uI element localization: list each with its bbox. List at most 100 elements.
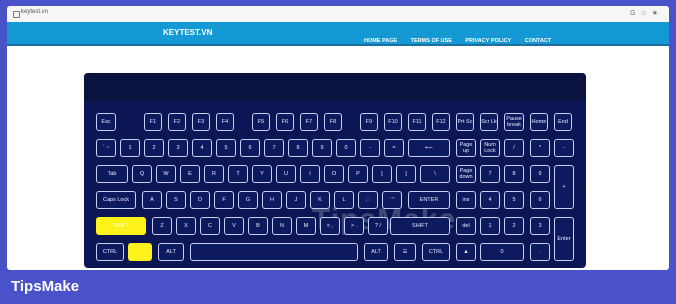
key-ctrl-left[interactable]: CTRL	[96, 243, 124, 261]
key-alt-right[interactable]: ALT	[364, 243, 388, 261]
key-digit-4[interactable]: 4	[192, 139, 212, 157]
key-page-down[interactable]: Page down	[456, 165, 476, 183]
key-f7[interactable]: F7	[300, 113, 318, 131]
key-num-enter[interactable]: Enter	[554, 217, 574, 261]
key-l[interactable]: L	[334, 191, 354, 209]
key-d[interactable]: D	[190, 191, 210, 209]
key-x[interactable]: X	[176, 217, 196, 235]
key-num-0[interactable]: 0	[480, 243, 524, 261]
key-f11[interactable]: F11	[408, 113, 426, 131]
key-e[interactable]: E	[180, 165, 200, 183]
key-f8[interactable]: F8	[324, 113, 342, 131]
key-num-8[interactable]: 8	[504, 165, 524, 183]
key-digit-2[interactable]: 2	[144, 139, 164, 157]
key-f3[interactable]: F3	[192, 113, 210, 131]
key-arrow-up[interactable]: ▲	[456, 243, 476, 261]
key-digit-7[interactable]: 7	[264, 139, 284, 157]
key-digit-0[interactable]: 0	[336, 139, 356, 157]
key-delete[interactable]: del	[456, 217, 476, 235]
key-z[interactable]: Z	[152, 217, 172, 235]
key-num-7[interactable]: 7	[480, 165, 500, 183]
key-b[interactable]: B	[248, 217, 268, 235]
key-ctrl-right[interactable]: CTRL	[422, 243, 450, 261]
key-f4[interactable]: F4	[216, 113, 234, 131]
key-f5[interactable]: F5	[252, 113, 270, 131]
key-k[interactable]: K	[310, 191, 330, 209]
key-u[interactable]: U	[276, 165, 296, 183]
key-num-decimal[interactable]: .	[530, 243, 550, 261]
key-backtick[interactable]: ` ~	[96, 139, 116, 157]
key-minus[interactable]: -	[360, 139, 380, 157]
key-quote[interactable]: ' "	[382, 191, 402, 209]
key-num-4[interactable]: 4	[480, 191, 500, 209]
key-f10[interactable]: F10	[384, 113, 402, 131]
key-shift-right[interactable]: SHIFT	[390, 217, 450, 235]
key-digit-1[interactable]: 1	[120, 139, 140, 157]
key-num-minus[interactable]: -	[554, 139, 574, 157]
key-num-plus[interactable]: +	[554, 165, 574, 209]
key-v[interactable]: V	[224, 217, 244, 235]
url-text[interactable]: keytest.vn	[21, 9, 48, 15]
key-f[interactable]: F	[214, 191, 234, 209]
key-space[interactable]	[190, 243, 358, 261]
key-digit-3[interactable]: 3	[168, 139, 188, 157]
key-enter[interactable]: ENTER	[408, 191, 450, 209]
key-num-9[interactable]: 9	[530, 165, 550, 183]
key-digit-8[interactable]: 8	[288, 139, 308, 157]
google-icon[interactable]: G	[630, 10, 640, 17]
key-print-screen[interactable]: Prt Sc	[456, 113, 474, 131]
key-num-1[interactable]: 1	[480, 217, 500, 235]
key-shift-left[interactable]: SHIFT	[96, 217, 146, 235]
browser-toolbar-icons[interactable]: G☆★	[630, 9, 663, 17]
key-period[interactable]: > .	[344, 217, 364, 235]
key-num-6[interactable]: 6	[530, 191, 550, 209]
key-num-5[interactable]: 5	[504, 191, 524, 209]
key-pause[interactable]: Pause break	[504, 113, 524, 131]
key-win[interactable]	[128, 243, 152, 261]
key-caps-lock[interactable]: Caps Lock	[96, 191, 136, 209]
key-j[interactable]: J	[286, 191, 306, 209]
key-scroll-lock[interactable]: Scr Lk	[480, 113, 498, 131]
key-end[interactable]: End	[554, 113, 572, 131]
key-s[interactable]: S	[166, 191, 186, 209]
key-t[interactable]: T	[228, 165, 248, 183]
key-esc[interactable]: Esc	[96, 113, 116, 131]
key-num-multiply[interactable]: *	[530, 139, 550, 157]
key-n[interactable]: N	[272, 217, 292, 235]
key-r[interactable]: R	[204, 165, 224, 183]
key-c[interactable]: C	[200, 217, 220, 235]
key-digit-9[interactable]: 9	[312, 139, 332, 157]
key-f6[interactable]: F6	[276, 113, 294, 131]
key-slash[interactable]: ? /	[368, 217, 388, 235]
key-f2[interactable]: F2	[168, 113, 186, 131]
key-y[interactable]: Y	[252, 165, 272, 183]
key-h[interactable]: H	[262, 191, 282, 209]
key-num-divide[interactable]: /	[504, 139, 524, 157]
key-page-up[interactable]: Page up	[456, 139, 476, 157]
key-f1[interactable]: F1	[144, 113, 162, 131]
key-f12[interactable]: F12	[432, 113, 450, 131]
site-logo[interactable]: KEYTEST.VN	[163, 28, 212, 37]
extension-icon[interactable]: ★	[652, 10, 663, 17]
key-bracket-left[interactable]: [	[372, 165, 392, 183]
key-a[interactable]: A	[142, 191, 162, 209]
key-i[interactable]: I	[300, 165, 320, 183]
star-icon[interactable]: ☆	[640, 10, 651, 17]
key-num-lock[interactable]: Num Lock	[480, 139, 500, 157]
key-digit-5[interactable]: 5	[216, 139, 236, 157]
key-menu[interactable]: ☰	[394, 243, 416, 261]
key-o[interactable]: O	[324, 165, 344, 183]
key-g[interactable]: G	[238, 191, 258, 209]
key-q[interactable]: Q	[132, 165, 152, 183]
key-m[interactable]: M	[296, 217, 316, 235]
key-p[interactable]: P	[348, 165, 368, 183]
key-home[interactable]: Home	[530, 113, 548, 131]
key-equals[interactable]: =	[384, 139, 404, 157]
key-semicolon[interactable]: ; :	[358, 191, 378, 209]
key-tab[interactable]: Tab	[96, 165, 128, 183]
key-insert[interactable]: ins	[456, 191, 476, 209]
address-bar[interactable]: keytest.vn G☆★	[7, 6, 669, 23]
key-backslash[interactable]: \	[420, 165, 450, 183]
key-digit-6[interactable]: 6	[240, 139, 260, 157]
key-w[interactable]: W	[156, 165, 176, 183]
